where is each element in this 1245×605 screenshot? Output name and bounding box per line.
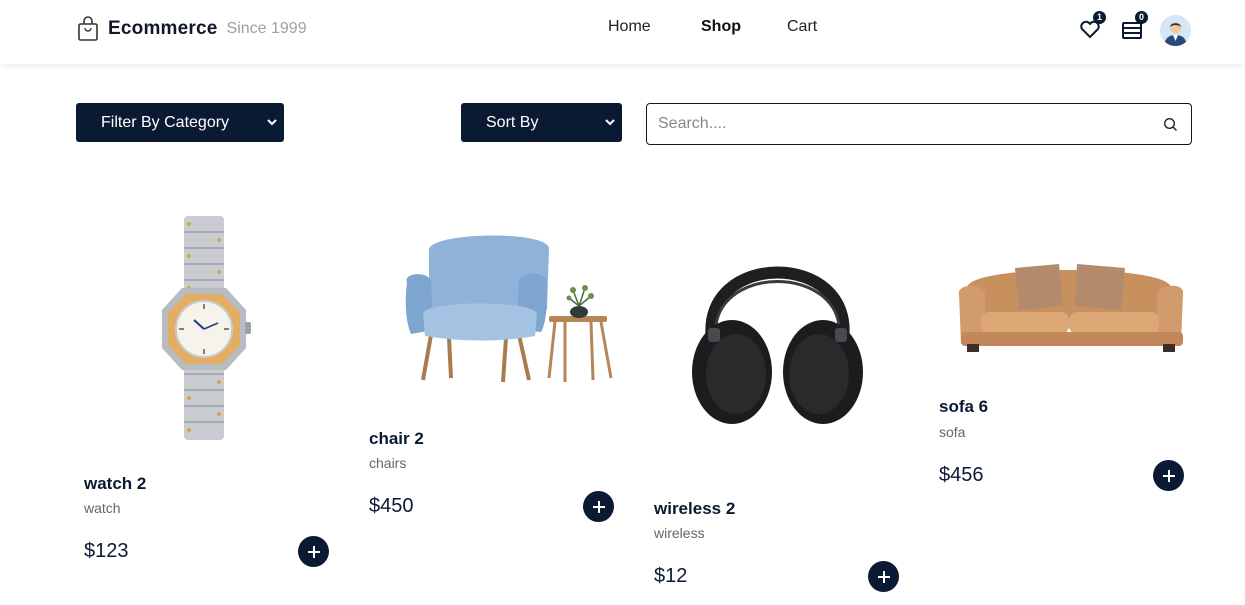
add-to-cart-button[interactable] [298,536,329,567]
sofa-image [958,264,1184,352]
watch-image [162,216,251,440]
product-category: sofa [939,424,966,440]
add-to-cart-button[interactable] [1153,460,1184,491]
cart-count-badge: 0 [1135,11,1148,24]
user-portrait-icon [1160,15,1191,46]
search-input[interactable] [658,113,1148,135]
product-price: $450 [369,495,414,517]
product-name[interactable]: chair 2 [369,429,424,449]
product-price: $456 [939,464,984,486]
nav-shop-link[interactable]: Shop [701,18,741,40]
product-price: $12 [654,565,688,587]
product-card[interactable]: sofa 6 sofa $456 [931,200,1191,560]
chevron-down-icon [267,119,277,126]
user-avatar[interactable] [1160,15,1191,46]
product-price: $123 [84,540,129,562]
product-card[interactable]: wireless 2 wireless $12 [646,200,906,600]
product-category: wireless [654,525,705,541]
wishlist-count-badge: 1 [1093,11,1106,24]
category-filter-select[interactable]: Filter By Category [76,103,284,142]
top-navbar: Ecommerce Since 1999 Home Shop Cart 1 0 [0,0,1245,64]
brand-tagline: Since 1999 [226,20,307,37]
product-category: watch [84,500,121,516]
add-to-cart-button[interactable] [868,561,899,592]
nav-cart-link[interactable]: Cart [787,18,817,40]
chevron-down-icon [605,119,615,126]
category-filter-label: Filter By Category [101,114,230,131]
product-name[interactable]: sofa 6 [939,397,988,417]
headphones-image [692,266,863,424]
cart-button[interactable]: 0 [1120,11,1148,41]
shopping-bag-icon [78,16,98,41]
product-name[interactable]: watch 2 [84,474,146,494]
brand-name: Ecommerce [108,18,218,39]
nav-home-link[interactable]: Home [608,18,651,40]
sort-label: Sort By [486,114,539,131]
add-to-cart-button[interactable] [583,491,614,522]
wishlist-button[interactable]: 1 [1078,11,1106,41]
product-category: chairs [369,455,407,471]
product-card[interactable]: chair 2 chairs $450 [361,200,621,590]
chair-image [405,235,613,383]
product-card[interactable]: watch 2 watch $123 [76,200,336,590]
brand-logo[interactable]: Ecommerce Since 1999 [77,15,307,43]
product-name[interactable]: wireless 2 [654,499,735,519]
search-box [646,103,1192,145]
sort-select[interactable]: Sort By [461,103,622,142]
search-icon[interactable] [1163,117,1178,132]
